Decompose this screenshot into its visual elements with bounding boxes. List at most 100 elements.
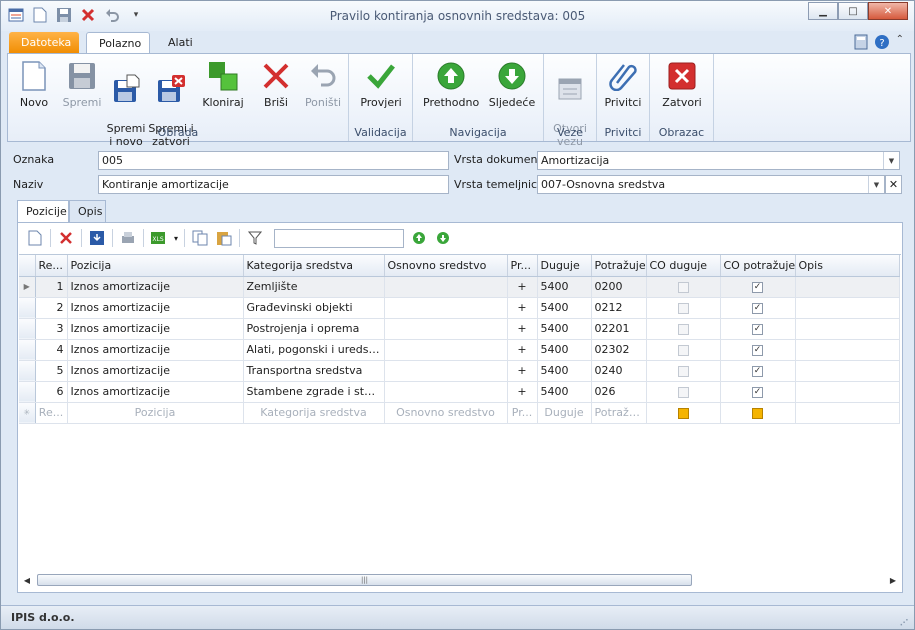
scroll-track[interactable]: |||: [35, 573, 885, 587]
cell-rb[interactable]: 5: [35, 360, 68, 382]
prethodno-button[interactable]: Prethodno: [423, 58, 479, 109]
column-header[interactable]: Duguje: [537, 255, 592, 277]
delete-row-icon[interactable]: [57, 229, 75, 247]
new-cell-pozicija[interactable]: Pozicija: [67, 402, 244, 424]
new-row[interactable]: ✳ Re... Pozicija Kategorija sredstva Osnovno…: [19, 402, 900, 424]
cell-co-duguje[interactable]: [646, 339, 721, 361]
cell-pozicija[interactable]: Iznos amortizacije: [67, 297, 244, 319]
tab-opis[interactable]: Opis: [69, 200, 106, 222]
resize-grip-icon[interactable]: ⋰: [900, 618, 908, 627]
new-cell-predznak[interactable]: Pr...: [507, 402, 538, 424]
table-row[interactable]: 3 Iznos amortizacije Postrojenja i oprema +…: [19, 318, 900, 340]
cell-opis[interactable]: [795, 276, 900, 298]
arrow-up-icon[interactable]: [410, 229, 428, 247]
arrow-down-icon[interactable]: [434, 229, 452, 247]
cell-predznak[interactable]: +: [507, 297, 538, 319]
cell-potrazuje[interactable]: 02201: [591, 318, 647, 340]
co-duguje-checkbox[interactable]: [677, 302, 689, 314]
cell-predznak[interactable]: +: [507, 276, 538, 298]
copy-icon[interactable]: [191, 229, 209, 247]
column-header[interactable]: Re...: [35, 255, 68, 277]
print-icon[interactable]: [119, 229, 137, 247]
tab-alati[interactable]: Alati: [156, 32, 205, 54]
cell-potrazuje[interactable]: 02302: [591, 339, 647, 361]
cell-potrazuje[interactable]: 0212: [591, 297, 647, 319]
column-header[interactable]: CO potražuje: [720, 255, 796, 277]
vrsta-dokumenta-select[interactable]: Amortizacija ▼: [537, 151, 900, 170]
cell-pozicija[interactable]: Iznos amortizacije: [67, 276, 244, 298]
co-duguje-checkbox[interactable]: [677, 386, 689, 398]
scroll-left-icon[interactable]: ◀: [19, 572, 35, 588]
sljedece-button[interactable]: Sljedeće: [485, 58, 539, 109]
cell-co-potrazuje[interactable]: ✓: [720, 360, 796, 382]
new-cell-co-duguje[interactable]: [646, 402, 721, 424]
new-cell-duguje[interactable]: Duguje: [537, 402, 592, 424]
column-header[interactable]: Opis: [795, 255, 900, 277]
tab-polazno[interactable]: Polazno: [86, 32, 150, 54]
co-duguje-checkbox[interactable]: [677, 407, 689, 419]
new-cell-potrazuje[interactable]: Potražuje: [591, 402, 647, 424]
cell-predznak[interactable]: +: [507, 381, 538, 403]
cell-predznak[interactable]: +: [507, 318, 538, 340]
save-row-icon[interactable]: [88, 229, 106, 247]
column-header[interactable]: Potražuje: [591, 255, 647, 277]
cell-opis[interactable]: [795, 318, 900, 340]
new-row-icon[interactable]: [26, 229, 44, 247]
new-cell-osnovno-sredstvo[interactable]: Osnovno sredstvo: [384, 402, 508, 424]
row-indicator[interactable]: [19, 360, 36, 382]
oznaka-field[interactable]: 005: [98, 151, 449, 170]
cell-duguje[interactable]: 5400: [537, 360, 592, 382]
cell-co-duguje[interactable]: [646, 360, 721, 382]
cell-duguje[interactable]: 5400: [537, 276, 592, 298]
cell-osnovno-sredstvo[interactable]: [384, 381, 508, 403]
new-cell-co-potrazuje[interactable]: [720, 402, 796, 424]
cell-co-duguje[interactable]: [646, 381, 721, 403]
co-potrazuje-checkbox[interactable]: ✓: [752, 302, 763, 314]
clear-temeljnica-button[interactable]: ✕: [885, 175, 902, 194]
new-cell-rb[interactable]: Re...: [35, 402, 68, 424]
cell-kategorija[interactable]: Građevinski objekti: [243, 297, 385, 319]
row-indicator[interactable]: ▶: [19, 276, 36, 298]
co-potrazuje-checkbox[interactable]: ✓: [752, 386, 763, 398]
chevron-down-icon[interactable]: ▾: [174, 234, 178, 243]
row-indicator[interactable]: [19, 318, 36, 340]
grid-search-input[interactable]: [274, 228, 405, 248]
column-header[interactable]: CO duguje: [646, 255, 721, 277]
collapse-ribbon-icon[interactable]: ⌃: [896, 34, 904, 53]
cell-pozicija[interactable]: Iznos amortizacije: [67, 339, 244, 361]
cell-potrazuje[interactable]: 0200: [591, 276, 647, 298]
help-icon[interactable]: ?: [874, 34, 890, 53]
novo-button[interactable]: Novo: [14, 58, 54, 109]
cell-co-potrazuje[interactable]: ✓: [720, 339, 796, 361]
cell-co-potrazuje[interactable]: ✓: [720, 381, 796, 403]
cell-kategorija[interactable]: Alati, pogonski i uredski n...: [243, 339, 385, 361]
co-potrazuje-checkbox[interactable]: ✓: [752, 365, 763, 377]
naziv-field[interactable]: Kontiranje amortizacije: [98, 175, 449, 194]
horizontal-scrollbar[interactable]: ◀ ||| ▶: [19, 572, 901, 588]
cell-potrazuje[interactable]: 026: [591, 381, 647, 403]
co-duguje-checkbox[interactable]: [677, 281, 689, 293]
cell-co-potrazuje[interactable]: ✓: [720, 276, 796, 298]
zatvori-button[interactable]: Zatvori: [658, 58, 706, 109]
cell-osnovno-sredstvo[interactable]: [384, 339, 508, 361]
cell-opis[interactable]: [795, 381, 900, 403]
table-row[interactable]: 4 Iznos amortizacije Alati, pogonski i ure…: [19, 339, 900, 361]
cell-osnovno-sredstvo[interactable]: [384, 360, 508, 382]
cell-co-duguje[interactable]: [646, 318, 721, 340]
kloniraj-button[interactable]: Kloniraj: [200, 58, 246, 109]
cell-opis[interactable]: [795, 360, 900, 382]
cell-kategorija[interactable]: Stambene zgrade i stanovi: [243, 381, 385, 403]
excel-export-icon[interactable]: XLS: [150, 229, 168, 247]
new-cell-opis[interactable]: [795, 402, 900, 424]
co-duguje-checkbox[interactable]: [677, 344, 689, 356]
new-cell-kategorija[interactable]: Kategorija sredstva: [243, 402, 385, 424]
chevron-down-icon[interactable]: ▼: [868, 176, 884, 193]
co-potrazuje-checkbox[interactable]: ✓: [752, 344, 763, 356]
minimize-button[interactable]: ▁: [808, 2, 838, 20]
cell-kategorija[interactable]: Postrojenja i oprema: [243, 318, 385, 340]
row-indicator[interactable]: [19, 381, 36, 403]
co-potrazuje-checkbox[interactable]: ✓: [752, 323, 763, 335]
cell-predznak[interactable]: +: [507, 339, 538, 361]
cell-osnovno-sredstvo[interactable]: [384, 318, 508, 340]
cell-pozicija[interactable]: Iznos amortizacije: [67, 360, 244, 382]
